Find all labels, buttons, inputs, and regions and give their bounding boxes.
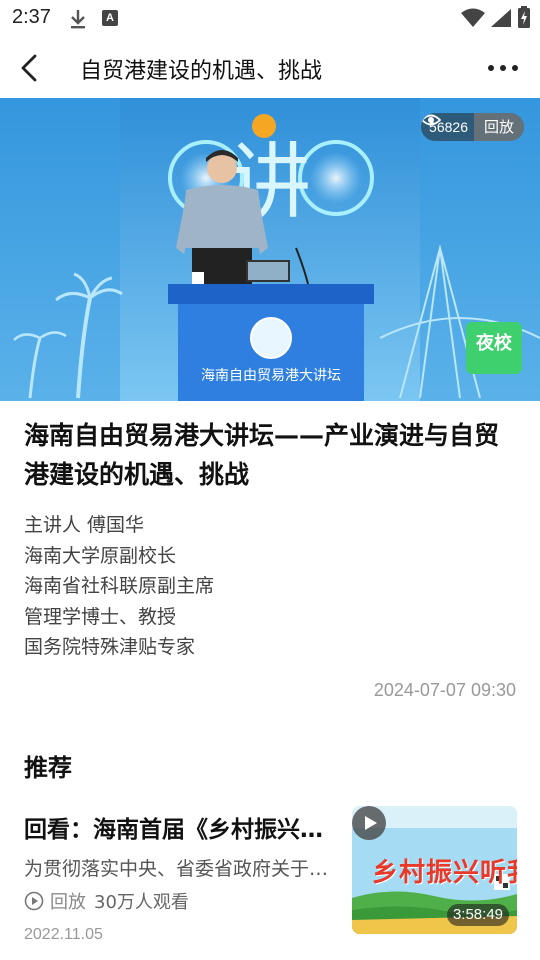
recommend-title[interactable]: 回看：海南首届《乡村振兴听我讲》 — [24, 810, 340, 844]
recommend-viewers: 30万人观看 — [94, 892, 189, 913]
eye-icon — [421, 114, 442, 126]
page-title: 自贸港建设的机遇、挑战 — [80, 59, 323, 84]
replay-tag: 回放 — [473, 113, 524, 141]
recommend-description: 为贯彻落实中央、省委省政府关于乡村振兴的决策部署 — [24, 858, 340, 880]
wifi-icon — [461, 8, 485, 27]
speaker-line: 管理学博士、教授 — [24, 605, 177, 628]
nav-bar: 自贸港建设的机遇、挑战 — [0, 38, 540, 98]
recommend-thumbnail[interactable]: 乡村振兴听我讲 3:58:49 — [352, 806, 517, 934]
video-frame: 讲 海南自由贸易港大讲坛 — [0, 98, 540, 401]
back-arrow-icon[interactable] — [14, 52, 46, 84]
recommend-meta: 回放 30万人观看 — [24, 888, 189, 914]
signal-icon — [491, 9, 511, 27]
view-count-badge: 56826 回放 — [421, 113, 524, 141]
recommend-heading: 推荐 — [24, 754, 72, 782]
thumbnail-title: 乡村振兴听我讲 — [372, 858, 517, 888]
status-time: 2:37 — [12, 6, 51, 28]
recommend-date: 2022.11.05 — [24, 926, 103, 943]
night-school-logo: 夜校 — [466, 322, 522, 374]
more-dots-icon[interactable] — [486, 56, 520, 80]
recommend-card[interactable]: 回看：海南首届《乡村振兴听我讲》 为贯彻落实中央、省委省政府关于乡村振兴的决策部… — [0, 800, 540, 950]
play-circle-icon — [24, 891, 44, 911]
speaker-line: 国务院特殊津贴专家 — [24, 636, 196, 658]
speaker-line: 海南大学原副校长 — [24, 544, 177, 567]
recommend-replay-label: 回放 — [50, 892, 86, 913]
speaker-info: 主讲人 傅国华 海南大学原副校长 海南省社科联原副主席 管理学博士、教授 国务院… — [24, 510, 514, 663]
battery-charging-icon — [518, 6, 530, 28]
podium-text: 海南自由贸易港大讲坛 — [201, 368, 341, 384]
publish-time: 2024-07-07 09:30 — [373, 680, 516, 700]
article-title: 海南自由贸易港大讲坛——产业演进与自贸港建设的机遇、挑战 — [24, 421, 500, 489]
play-icon[interactable] — [352, 806, 386, 840]
a-icon: A — [102, 10, 118, 26]
speaker-line: 海南省社科联原副主席 — [24, 575, 215, 597]
video-player[interactable]: 讲 海南自由贸易港大讲坛 56826 回放 夜校 — [0, 98, 540, 401]
download-icon — [71, 10, 85, 29]
video-duration: 3:58:49 — [446, 904, 509, 926]
status-bar: 2:37 A — [0, 0, 540, 38]
speaker-line: 主讲人 傅国华 — [24, 514, 145, 536]
